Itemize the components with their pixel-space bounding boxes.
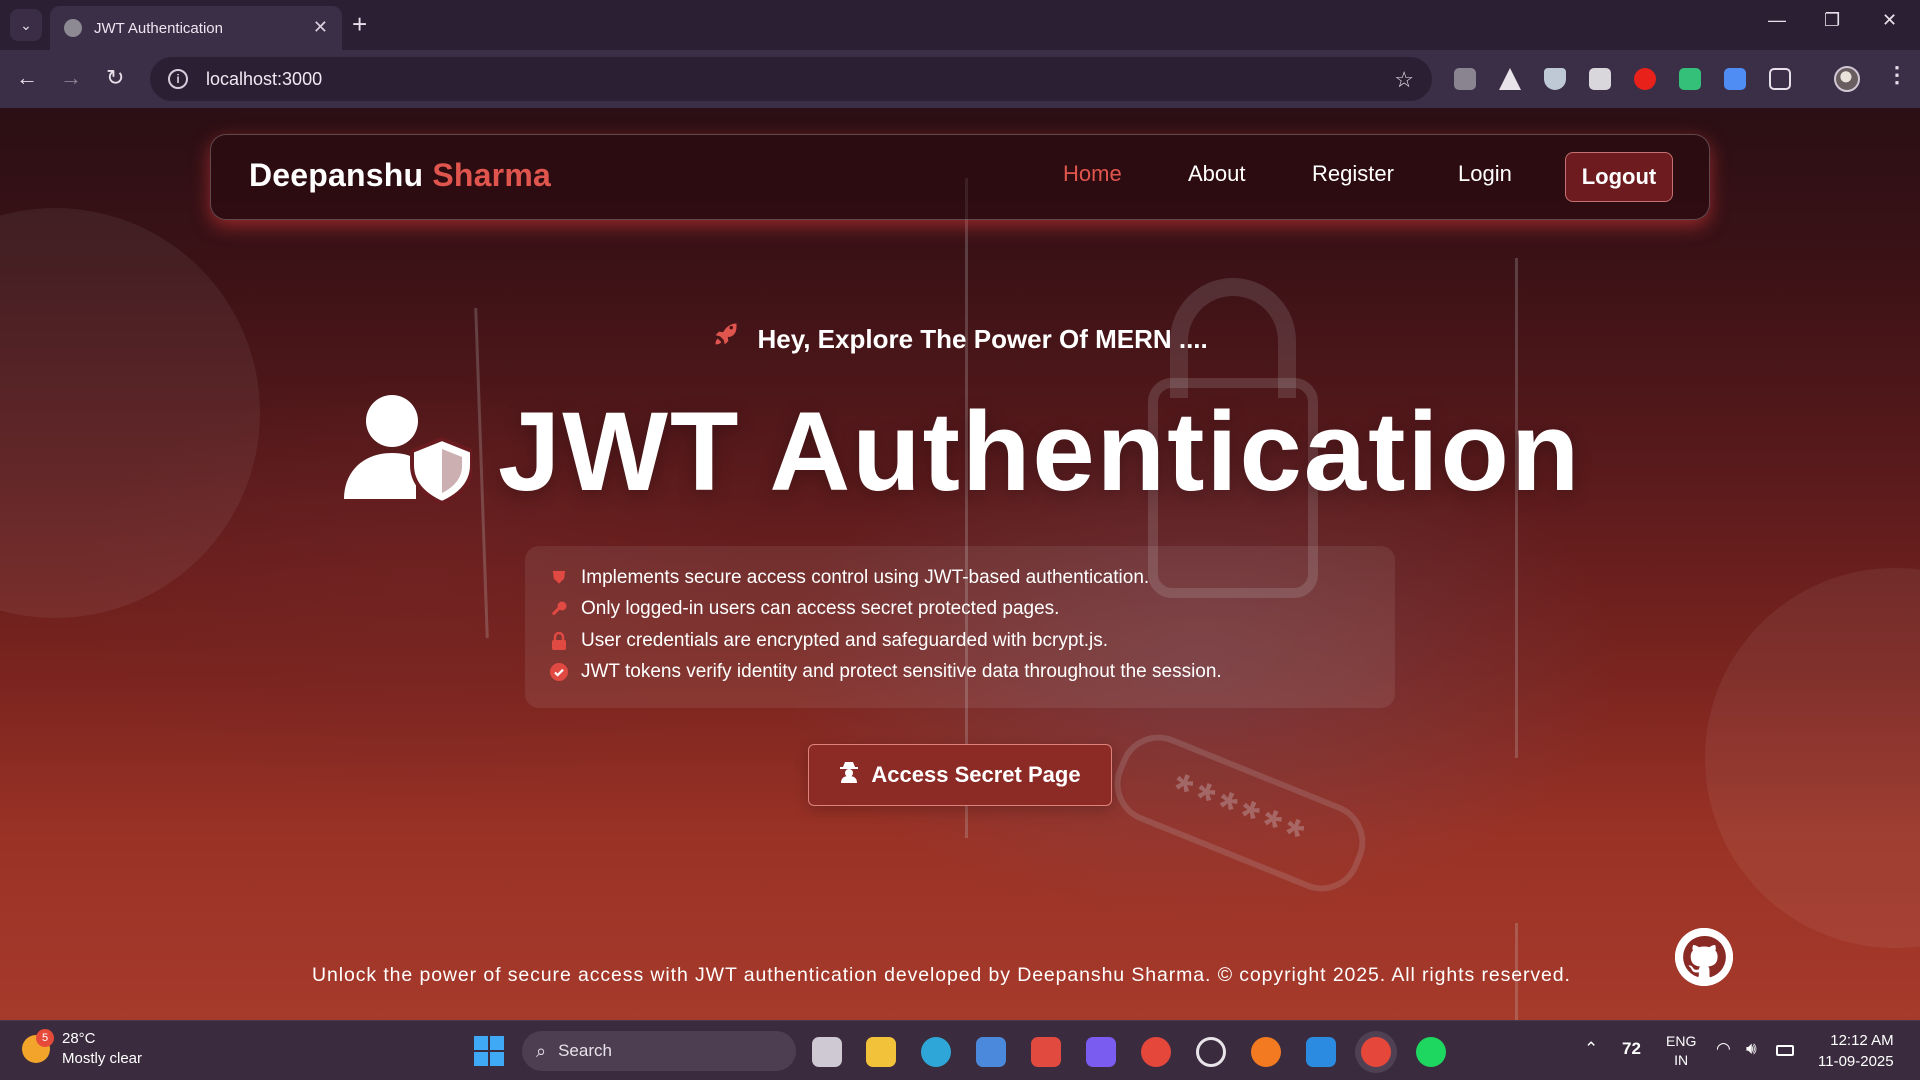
site-navbar: Deepanshu Sharma Home About Register Log… [210, 134, 1710, 220]
decorative-circle [1705, 568, 1920, 948]
key-icon [549, 600, 569, 618]
brand-first-name: Deepanshu [249, 157, 424, 193]
shield-icon: ⛊ [552, 567, 566, 587]
list-item: JWT tokens verify identity and protect s… [549, 657, 1395, 689]
date: 11-09-2025 [1818, 1053, 1894, 1070]
feature-text: JWT tokens verify identity and protect s… [581, 661, 1222, 683]
window-close-button[interactable]: ✕ [1882, 10, 1897, 31]
windows-taskbar: 5 28°C Mostly clear ⌕ Search ⌃ 72 ENG IN… [0, 1020, 1920, 1080]
nav-register-link[interactable]: Register [1312, 161, 1394, 187]
search-icon: ⌕ [536, 1040, 547, 1061]
chevron-down-icon: ⌄ [20, 16, 32, 33]
chatgpt-icon[interactable] [1196, 1037, 1226, 1067]
nav-login-link[interactable]: Login [1458, 161, 1512, 187]
windows-start-icon[interactable] [474, 1036, 504, 1066]
extensions-puzzle-icon[interactable] [1769, 68, 1791, 90]
show-hidden-icons-chevron[interactable]: ⌃ [1584, 1039, 1598, 1059]
reload-button[interactable]: ↻ [106, 65, 124, 91]
tab-close-icon[interactable]: ✕ [313, 17, 328, 38]
site-info-icon[interactable]: i [168, 69, 188, 89]
hero-title: JWT Authentication [498, 388, 1582, 514]
decorative-circle [0, 208, 260, 618]
access-secret-page-button[interactable]: Access Secret Page [808, 744, 1112, 806]
forward-button[interactable]: → [60, 65, 82, 91]
url-text: localhost:3000 [206, 68, 323, 89]
globe-icon [64, 19, 82, 37]
tab-search-button[interactable]: ⌄ [10, 9, 42, 41]
list-item: User credentials are encrypted and safeg… [549, 625, 1395, 657]
chrome-icon[interactable] [1141, 1037, 1171, 1067]
clock[interactable]: 12:12 AM 11-09-2025 [1818, 1030, 1894, 1072]
feature-list: ⛊ Implements secure access control using… [525, 546, 1395, 708]
minimize-button[interactable]: — [1768, 10, 1786, 31]
extension-drive-icon[interactable] [1499, 68, 1521, 90]
extension-docs-icon[interactable] [1724, 68, 1746, 90]
brand-logo[interactable]: Deepanshu Sharma [249, 157, 551, 194]
nav-about-link[interactable]: About [1188, 161, 1246, 187]
language-code: ENG [1666, 1033, 1697, 1049]
browser-toolbar: ← → ↻ i localhost:3000 ☆ [0, 50, 1920, 108]
spotify-icon[interactable] [1416, 1037, 1446, 1067]
taskbar-search[interactable]: ⌕ Search [522, 1031, 796, 1071]
profile-avatar[interactable] [1834, 66, 1860, 92]
logout-button[interactable]: Logout [1565, 152, 1673, 202]
weather-moon-icon: 5 [22, 1029, 54, 1063]
github-icon[interactable] [1675, 928, 1733, 986]
bookmark-star-icon[interactable]: ☆ [1394, 67, 1414, 93]
lock-icon [549, 631, 569, 650]
back-button[interactable]: ← [16, 65, 38, 91]
address-bar[interactable]: i localhost:3000 ☆ [150, 57, 1432, 101]
search-label: Search [558, 1041, 612, 1060]
firefox-icon[interactable] [1251, 1037, 1281, 1067]
weather-condition: Mostly clear [62, 1050, 143, 1067]
check-circle-icon [549, 663, 569, 682]
battery-icon[interactable] [1776, 1045, 1794, 1056]
more-menu-icon[interactable]: ⋮ [1886, 62, 1908, 88]
edge-icon[interactable] [921, 1037, 951, 1067]
extension-adblock-icon[interactable] [1634, 68, 1656, 90]
page-viewport: ****** Deepanshu Sharma Home About Regis… [0, 108, 1920, 1020]
browser-tab[interactable]: JWT Authentication ✕ [50, 6, 342, 50]
vscode-icon[interactable] [1306, 1037, 1336, 1067]
extension-green-icon[interactable] [1679, 68, 1701, 90]
chrome-active-icon[interactable] [1361, 1037, 1391, 1067]
brand-last-name: Sharma [432, 157, 551, 193]
hero-kicker: Hey, Explore The Power Of MERN .... [0, 320, 1920, 355]
weather-widget[interactable]: 5 28°C Mostly clear [22, 1029, 142, 1069]
extension-shield-icon[interactable] [1544, 68, 1566, 90]
list-item: ⛊ Implements secure access control using… [549, 562, 1395, 594]
password-field-decoration: ****** [1102, 722, 1378, 904]
footer-text: Unlock the power of secure access with J… [312, 964, 1571, 986]
wifi-icon[interactable]: ◠ [1716, 1039, 1731, 1059]
volume-icon[interactable]: 🔊︎ [1746, 1039, 1757, 1059]
file-explorer-icon[interactable] [866, 1037, 896, 1067]
feature-text: Only logged-in users can access secret p… [581, 598, 1060, 620]
tray-number: 72 [1622, 1039, 1641, 1058]
rocket-icon [712, 320, 740, 355]
notification-badge: 5 [36, 1029, 54, 1047]
nav-home-link[interactable]: Home [1063, 161, 1122, 187]
cta-label: Access Secret Page [871, 762, 1081, 787]
hero-heading: JWT Authentication [340, 386, 1581, 516]
list-item: Only logged-in users can access secret p… [549, 594, 1395, 626]
time: 12:12 AM [1830, 1032, 1894, 1049]
feature-text: User credentials are encrypted and safeg… [581, 629, 1108, 651]
task-view-icon[interactable] [812, 1037, 842, 1067]
feature-text: Implements secure access control using J… [581, 566, 1150, 588]
restore-button[interactable]: ❐ [1824, 10, 1840, 31]
hero-kicker-text: Hey, Explore The Power Of MERN .... [757, 324, 1208, 354]
temperature: 28°C [62, 1030, 96, 1047]
user-secret-icon [839, 761, 859, 789]
store-icon[interactable] [976, 1037, 1006, 1067]
gmail-icon[interactable] [1031, 1037, 1061, 1067]
language-indicator[interactable]: ENG IN [1666, 1032, 1696, 1070]
new-tab-button[interactable]: + [352, 10, 367, 38]
browser-tab-bar: ⌄ JWT Authentication ✕ + — ❐ ✕ [0, 0, 1920, 50]
user-shield-icon [340, 394, 474, 508]
region-code: IN [1674, 1052, 1689, 1068]
tab-title: JWT Authentication [94, 19, 223, 37]
extension-tabs-icon[interactable] [1454, 68, 1476, 90]
extension-cast-icon[interactable] [1589, 68, 1611, 90]
copilot-icon[interactable] [1086, 1037, 1116, 1067]
